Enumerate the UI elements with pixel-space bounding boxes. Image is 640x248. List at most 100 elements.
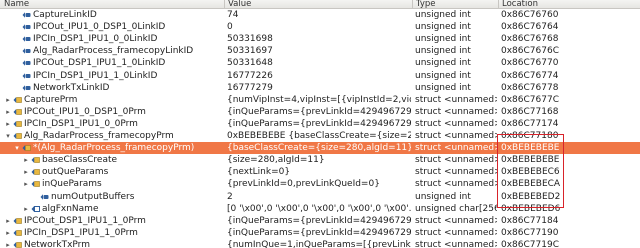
tree-row[interactable]: ▸ algFxnName [0 '\x00',0 '\x00',0 '\x00',0… — [0, 203, 640, 215]
value-cell: {size=280,algId=11} — [227, 155, 325, 166]
value-cell: {nextLink=0} — [227, 167, 291, 178]
tree-row[interactable]: numOutputBuffers 2 unsigned int 0xBEBEBED2 — [0, 191, 640, 203]
var-icon — [22, 84, 31, 92]
expand-arrow-icon[interactable]: ▸ — [4, 118, 12, 130]
name-cell: NetworkTxLinkID — [0, 82, 222, 94]
location-cell: 0x86C76778 — [501, 82, 559, 93]
tree-row[interactable]: ▸ NetworkTxPrm {numInQue=1,inQueParams=[{p… — [0, 239, 640, 248]
value-cell: [0 '\x00',0 '\x00',0 '\x00',0 '\x00',0 '… — [227, 203, 411, 214]
collapse-arrow-icon[interactable]: ▾ — [13, 142, 21, 154]
variable-name: NetworkTxPrm — [24, 239, 90, 248]
var-icon — [22, 11, 31, 19]
name-cell: ▸ outQueParams — [0, 166, 222, 178]
name-cell: ▾ Alg_RadarProcess_framecopyPrm — [0, 130, 222, 142]
tree-row[interactable]: ▸ IPCIn_DSP1_IPU1_0_0Prm {inQueParams={pre… — [0, 118, 640, 130]
variable-name: baseClassCreate — [42, 155, 118, 166]
name-cell: ▸ CapturePrm — [0, 94, 222, 106]
tree-row[interactable]: ▸ IPCIn_DSP1_IPU1_1_0Prm {inQueParams={pre… — [0, 227, 640, 239]
variable-name: numOutputBuffers — [51, 191, 135, 202]
type-cell: struct <unnamed> — [415, 106, 497, 117]
tree-row[interactable]: ▸ inQueParams {prevLinkId=0,prevLinkQueId=… — [0, 178, 640, 190]
tree-row[interactable]: ▸ baseClassCreate {size=280,algId=11} struc… — [0, 154, 640, 166]
tree-row[interactable]: ▸ CapturePrm {numVipInst=4,vipInst=[{vipIn… — [0, 94, 640, 106]
expand-arrow-icon[interactable]: ▸ — [22, 154, 30, 166]
value-cell: {inQueParams={prevLinkId=4294967295,prev… — [227, 215, 411, 226]
location-cell: 0xBEBEBEBE — [501, 155, 560, 166]
array-icon — [31, 205, 40, 213]
tree-row-selected[interactable]: ▾ *(Alg_RadarProcess_framecopyPrm) {baseCl… — [0, 142, 640, 155]
value-cell: 50331648 — [227, 58, 273, 69]
location-cell: 0xBEBEBEBE — [501, 143, 560, 154]
variable-name: IPCIn_DSP1_IPU1_1_0LinkID — [33, 70, 158, 81]
location-cell: 0x86C77190 — [501, 227, 559, 238]
name-cell: ▸ baseClassCreate — [0, 154, 222, 166]
column-name-header[interactable]: Name — [0, 0, 29, 9]
tree-row[interactable]: Alg_RadarProcess_framecopyLinkID 50331697… — [0, 45, 640, 57]
variable-name: IPCIn_DSP1_IPU1_1_0Prm — [24, 227, 138, 238]
struct-icon — [22, 144, 31, 152]
variable-name: Alg_RadarProcess_framecopyLinkID — [33, 46, 194, 57]
expand-arrow-icon[interactable]: ▸ — [4, 239, 12, 248]
tree-row[interactable]: ▸ IPCOut_DSP1_IPU1_1_0Prm {inQueParams={pr… — [0, 215, 640, 227]
location-cell: 0xBEBEBECA — [501, 179, 561, 190]
variable-name: IPCOut_IPU1_0_DSP1_0Prm — [24, 106, 146, 117]
tree-row[interactable]: IPCIn_DSP1_IPU1_1_0LinkID 16777226 unsigne… — [0, 70, 640, 82]
type-cell: unsigned int — [415, 82, 471, 93]
value-cell: 50331697 — [227, 46, 273, 57]
name-cell: ▸ IPCIn_DSP1_IPU1_1_0Prm — [0, 227, 222, 239]
tree-row[interactable]: CaptureLinkID 74 unsigned int 0x86C76760 — [0, 9, 640, 21]
variable-name: IPCIn_DSP1_IPU1_0_0LinkID — [33, 34, 158, 45]
variable-name: NetworkTxLinkID — [33, 82, 110, 93]
value-cell: {inQueParams={prevLinkId=4294967295,prev… — [227, 118, 411, 129]
location-cell: 0x86C76774 — [501, 70, 559, 81]
expand-arrow-icon[interactable]: ▸ — [4, 94, 12, 106]
type-cell: unsigned int — [415, 70, 471, 81]
expand-arrow-icon[interactable]: ▸ — [22, 166, 30, 178]
name-cell: ▸ IPCOut_DSP1_IPU1_1_0Prm — [0, 215, 222, 227]
variable-name: IPCOut_DSP1_IPU1_1_0LinkID — [33, 58, 166, 69]
name-cell: ▸ IPCOut_IPU1_0_DSP1_0Prm — [0, 106, 222, 118]
location-cell: 0x86C77168 — [501, 106, 559, 117]
location-cell: 0x86C76770 — [501, 58, 559, 69]
value-cell: {numVipInst=4,vipInst=[{vipInstId=2,vide… — [227, 94, 411, 105]
location-cell: 0x86C76764 — [501, 22, 559, 33]
tree-row[interactable]: IPCOut_IPU1_0_DSP1_0LinkID 0 unsigned int 0… — [0, 21, 640, 33]
name-cell: IPCIn_DSP1_IPU1_0_0LinkID — [0, 33, 222, 45]
tree-row[interactable]: ▸ outQueParams {nextLink=0} struct <unnamed… — [0, 166, 640, 178]
column-value-header[interactable]: Value — [224, 0, 251, 9]
variable-name: Alg_RadarProcess_framecopyPrm — [24, 131, 174, 141]
tree-row[interactable]: NetworkTxLinkID 16777279 unsigned int 0x86C… — [0, 82, 640, 94]
type-cell: unsigned int — [415, 191, 471, 202]
struct-icon — [13, 217, 22, 225]
struct-icon — [31, 156, 40, 164]
variable-name: outQueParams — [42, 167, 109, 178]
collapse-arrow-icon[interactable]: ▾ — [4, 130, 12, 142]
location-cell: 0x86C76760 — [501, 10, 559, 20]
tree-row[interactable]: IPCIn_DSP1_IPU1_0_0LinkID 50331698 unsigne… — [0, 33, 640, 45]
expand-arrow-icon[interactable]: ▸ — [22, 203, 30, 215]
name-cell: numOutputBuffers — [0, 191, 222, 203]
type-cell: unsigned int — [415, 34, 471, 45]
struct-icon — [31, 168, 40, 176]
expand-arrow-icon[interactable]: ▸ — [4, 215, 12, 227]
value-cell: 0 — [227, 22, 233, 33]
variable-name: IPCIn_DSP1_IPU1_0_0Prm — [24, 118, 138, 129]
column-type-header[interactable]: Type — [412, 0, 436, 9]
type-cell: struct <unnamed> — [415, 94, 497, 105]
variable-name: inQueParams — [42, 179, 102, 190]
column-location-header[interactable]: Location — [498, 0, 538, 9]
expand-arrow-icon[interactable]: ▸ — [22, 178, 30, 190]
expand-arrow-icon[interactable]: ▸ — [4, 106, 12, 118]
type-cell: unsigned int — [415, 22, 471, 33]
tree-row[interactable]: ▾ Alg_RadarProcess_framecopyPrm 0xBEBEBEBE… — [0, 130, 640, 142]
tree-row[interactable]: IPCOut_DSP1_IPU1_1_0LinkID 50331648 unsign… — [0, 57, 640, 69]
expand-arrow-icon[interactable]: ▸ — [4, 227, 12, 239]
type-cell: unsigned int — [415, 10, 471, 20]
name-cell: ▸ NetworkTxPrm — [0, 239, 222, 248]
type-cell: struct <unnamed> — [415, 239, 497, 248]
location-cell: 0x86C7719C — [501, 239, 559, 248]
tree-row[interactable]: ▸ IPCOut_IPU1_0_DSP1_0Prm {inQueParams={pr… — [0, 106, 640, 118]
value-cell: {numInQue=1,inQueParams=[{prevLinkId=0,p… — [227, 239, 411, 248]
value-cell: {prevLinkId=0,prevLinkQueId=0} — [227, 179, 380, 190]
variable-name: *(Alg_RadarProcess_framecopyPrm) — [33, 143, 195, 154]
